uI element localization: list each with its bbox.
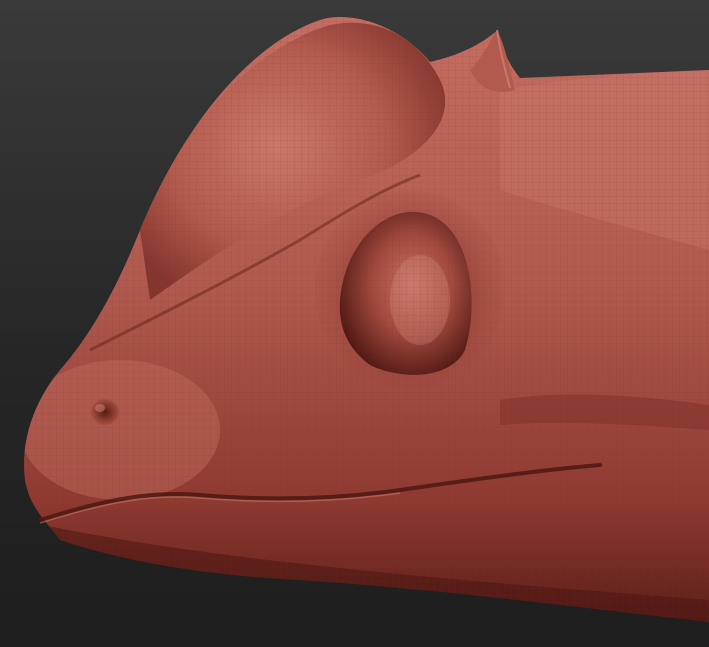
nostril	[91, 399, 119, 425]
sculpt-viewport[interactable]	[0, 0, 709, 647]
sculpt-render	[24, 16, 709, 622]
